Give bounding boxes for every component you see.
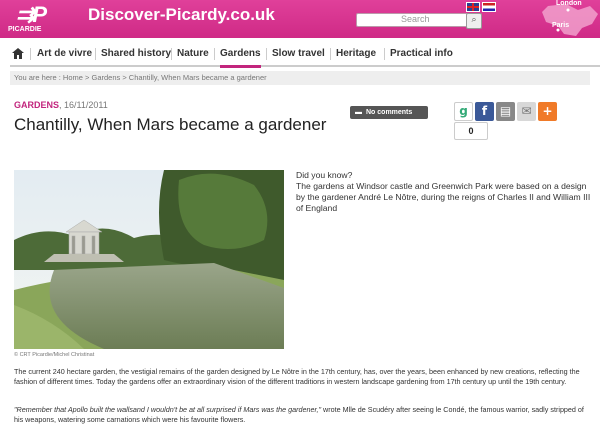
share-count: 0 — [454, 122, 488, 140]
nav-item-nature[interactable]: Nature — [177, 47, 209, 65]
nl-flag-icon[interactable] — [482, 2, 496, 12]
search-button[interactable]: ⌕ — [466, 13, 482, 29]
page-title: Chantilly, When Mars became a gardener — [14, 115, 327, 134]
facebook-icon[interactable]: f — [475, 102, 494, 121]
nav-item-practical-info[interactable]: Practical info — [390, 47, 453, 65]
did-you-know-box: Did you know? The gardens at Windsor cas… — [296, 170, 596, 214]
comments-label: No comments — [366, 109, 413, 116]
nav-item-gardens[interactable]: Gardens — [220, 47, 261, 68]
article-category[interactable]: GARDENS — [14, 100, 59, 110]
breadcrumb: You are here : Home > Gardens > Chantill… — [10, 71, 590, 85]
nav-divider — [30, 48, 31, 60]
nav-divider — [330, 48, 331, 60]
logo-mark-icon: ⇉P — [16, 2, 47, 27]
google-icon[interactable]: g — [454, 102, 473, 121]
logo-text: PICARDIE — [8, 26, 42, 33]
nav-item-slow-travel[interactable]: Slow travel — [272, 47, 325, 65]
nav-item-shared-history[interactable]: Shared history — [101, 47, 171, 65]
nav-item-heritage[interactable]: Heritage — [336, 47, 376, 65]
print-icon[interactable]: ▤ — [496, 102, 515, 121]
nav-divider — [266, 48, 267, 60]
home-icon[interactable] — [12, 48, 24, 59]
uk-flag-icon[interactable] — [466, 2, 480, 12]
map-label-paris: Paris — [552, 22, 570, 29]
main-nav: Art de vivre Shared history Nature Garde… — [10, 45, 600, 68]
site-header: ⇉P PICARDIE Discover-Picardy.co.uk Searc… — [0, 0, 600, 38]
email-icon[interactable]: ✉ — [517, 102, 536, 121]
article-photo — [14, 170, 284, 349]
map-label-london: London — [556, 0, 582, 7]
plus-icon[interactable]: + — [538, 102, 557, 121]
article-paragraph: The current 240 hectare garden, the vest… — [14, 367, 580, 386]
nav-divider — [95, 48, 96, 60]
article-date: , 16/11/2011 — [59, 100, 108, 110]
nav-item-art-de-vivre[interactable]: Art de vivre — [37, 47, 92, 65]
article-paragraph-quote: "Remember that Apollo built the wallsand… — [14, 405, 594, 424]
nav-divider — [171, 48, 172, 60]
quote-text: "Remember that Apollo built the wallsand… — [14, 405, 322, 414]
nav-divider — [214, 48, 215, 60]
search-placeholder: Search — [401, 14, 430, 24]
did-you-know-text: The gardens at Windsor castle and Greenw… — [296, 181, 591, 213]
speech-bubble-icon: ▬ — [355, 109, 362, 116]
photo-caption: © CRT Picardie/Michel Christinat — [14, 352, 95, 358]
comments-button[interactable]: ▬ No comments — [350, 106, 428, 119]
article-meta: GARDENS, 16/11/2011 — [14, 100, 108, 110]
did-you-know-title: Did you know? — [296, 170, 353, 180]
breadcrumb-text[interactable]: You are here : Home > Gardens > Chantill… — [14, 73, 267, 82]
nav-divider — [384, 48, 385, 60]
search-input[interactable]: Search — [356, 13, 472, 27]
site-title[interactable]: Discover-Picardy.co.uk — [88, 5, 275, 25]
site-logo[interactable]: ⇉P PICARDIE — [6, 2, 50, 36]
